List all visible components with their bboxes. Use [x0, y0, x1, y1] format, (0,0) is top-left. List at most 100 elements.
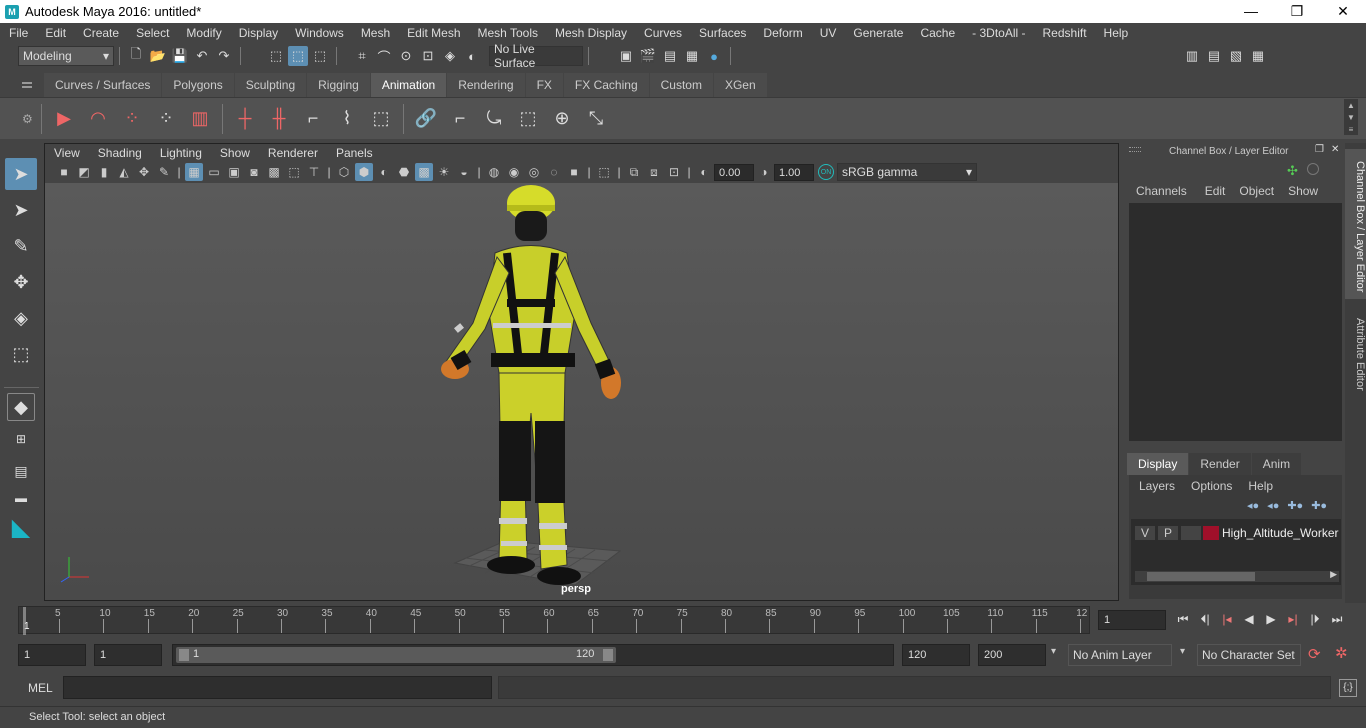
pole-vector-icon[interactable]: ⤡ — [582, 105, 610, 133]
layer-visibility-toggle[interactable]: V — [1135, 526, 1155, 540]
xray-joints-icon[interactable]: ◉ — [505, 163, 523, 181]
menu-help[interactable]: Help — [1095, 26, 1137, 40]
speed-icon[interactable] — [1307, 163, 1319, 175]
range-end-grip[interactable] — [603, 649, 613, 661]
close-button[interactable]: ✕ — [1320, 3, 1366, 20]
layer-menu-options[interactable]: Options — [1191, 479, 1232, 493]
color-space-dropdown[interactable]: sRGB gamma ▾ — [837, 163, 977, 181]
turntable-icon[interactable]: ▥ — [186, 105, 214, 133]
shelf-menu-down-icon[interactable]: ≡ — [1349, 125, 1354, 134]
orient-constraint-icon[interactable]: ⤿ — [480, 105, 508, 133]
save-scene-icon[interactable]: 💾 — [170, 46, 190, 66]
tab-curves-surfaces[interactable]: Curves / Surfaces — [44, 73, 162, 97]
tab-fx[interactable]: FX — [525, 73, 563, 97]
anim-layer-dropdown[interactable]: No Anim Layer — [1068, 644, 1172, 666]
playback-end-field[interactable]: 120 — [902, 644, 970, 666]
rotate-tool-icon[interactable]: ◈ — [5, 302, 37, 334]
play-forwards-icon[interactable]: ▶ — [1260, 608, 1282, 630]
go-to-start-icon[interactable]: ⏮ — [1172, 608, 1194, 630]
animation-start-field[interactable]: 1 — [18, 644, 86, 666]
make-live-icon[interactable]: ◐ — [462, 46, 482, 66]
resolution-gate-icon[interactable]: ▣ — [225, 163, 243, 181]
step-forward-frame-icon[interactable]: ▸| — [1282, 608, 1304, 630]
render-settings-icon[interactable]: ▦ — [682, 46, 702, 66]
channel-menu-edit[interactable]: Edit — [1205, 184, 1226, 198]
step-back-key-icon[interactable]: ⏴| — [1194, 608, 1216, 630]
menu-modify[interactable]: Modify — [177, 26, 229, 40]
layer-menu-layers[interactable]: Layers — [1139, 479, 1175, 493]
use-all-lights-icon[interactable]: ▩ — [415, 163, 433, 181]
smooth-shade-icon[interactable]: ⬢ — [355, 163, 373, 181]
auto-key-icon[interactable]: ⟳ — [1308, 645, 1321, 663]
3d-viewport[interactable]: persp — [45, 183, 1118, 600]
camera-attr-icon[interactable]: ◩ — [75, 163, 93, 181]
layer-reference-toggle[interactable] — [1181, 526, 1201, 540]
select-component-icon[interactable]: ⬚ — [310, 46, 330, 66]
float-panel-icon[interactable]: ❐ — [1315, 144, 1324, 155]
menu-redshift[interactable]: Redshift — [1034, 26, 1095, 40]
move-layer-up-icon[interactable]: ◂● — [1247, 499, 1259, 512]
ik-spline-icon[interactable]: ⌇ — [333, 105, 361, 133]
play-backwards-icon[interactable]: ◀ — [1238, 608, 1260, 630]
step-forward-key-icon[interactable]: |⏵ — [1304, 608, 1326, 630]
tab-custom[interactable]: Custom — [649, 73, 713, 97]
close-panel-icon[interactable]: ✕ — [1331, 144, 1339, 155]
scale-constraint-icon[interactable]: ⬚ — [514, 105, 542, 133]
layer-color-swatch[interactable] — [1203, 526, 1219, 540]
range-slider-track[interactable]: 1 120 — [172, 644, 894, 666]
playback-start-field[interactable]: 1 — [94, 644, 162, 666]
hypershade-icon[interactable]: ● — [704, 46, 724, 66]
move-layer-down-icon[interactable]: ◂● — [1267, 499, 1279, 512]
animation-end-field[interactable]: 200 — [978, 644, 1046, 666]
ambient-occlusion-icon[interactable]: ◒ — [455, 163, 473, 181]
new-layer-icon[interactable]: ✚● — [1287, 499, 1303, 512]
playblast-icon[interactable]: ▶ — [50, 105, 78, 133]
multisample-icon[interactable]: ⬚ — [595, 163, 613, 181]
select-hierarchy-icon[interactable]: ⬚ — [266, 46, 286, 66]
tab-fx-caching[interactable]: FX Caching — [563, 73, 649, 97]
viewport-menu-lighting[interactable]: Lighting — [151, 146, 211, 160]
field-chart-icon[interactable]: ▩ — [265, 163, 283, 181]
point-constraint-icon[interactable]: ⌐ — [446, 105, 474, 133]
menu-mesh-tools[interactable]: Mesh Tools — [469, 26, 546, 40]
hud-icon[interactable]: ⊡ — [665, 163, 683, 181]
tab-xgen[interactable]: XGen — [713, 73, 767, 97]
four-view-layout-icon[interactable]: ⊞ — [7, 425, 35, 453]
script-editor-icon[interactable]: {;} — [1339, 679, 1357, 697]
live-surface-field[interactable]: No Live Surface — [489, 42, 583, 70]
menu-display[interactable]: Display — [230, 26, 286, 40]
go-to-end-icon[interactable]: ⏭ — [1326, 608, 1348, 630]
unghost-icon[interactable]: ⁘ — [152, 105, 180, 133]
menu-mesh[interactable]: Mesh — [352, 26, 398, 40]
snap-curve-icon[interactable]: ⌒ — [374, 46, 394, 66]
arrow-right-icon[interactable]: ▶ — [1330, 569, 1337, 580]
menu-uv[interactable]: UV — [811, 26, 845, 40]
tab-rendering[interactable]: Rendering — [447, 73, 525, 97]
exposure-field[interactable]: 0.00 — [714, 163, 754, 181]
range-start-grip[interactable] — [179, 649, 189, 661]
backface-culling-icon[interactable]: ◎ — [525, 163, 543, 181]
snap-grid-icon[interactable]: ⌗ — [352, 46, 372, 66]
insert-joint-icon[interactable]: ╫ — [265, 105, 293, 133]
layer-tab-render[interactable]: Render — [1189, 453, 1251, 475]
redo-icon[interactable]: ↷ — [214, 46, 234, 66]
shelf-scrollbar[interactable]: ▲ ▼ ≡ — [1344, 99, 1358, 135]
layer-tab-anim[interactable]: Anim — [1251, 453, 1302, 475]
layer-tab-display[interactable]: Display — [1127, 453, 1189, 475]
new-scene-icon[interactable]: 🗋 — [126, 46, 146, 66]
menu-select[interactable]: Select — [127, 26, 177, 40]
color-management-icon[interactable]: ON — [818, 164, 834, 180]
menu-deform[interactable]: Deform — [754, 26, 810, 40]
motion-trail-icon[interactable]: ◠ — [84, 105, 112, 133]
tab-sculpting[interactable]: Sculpting — [234, 73, 307, 97]
time-cursor[interactable] — [23, 607, 26, 635]
range-slider-handle[interactable]: 1 120 — [176, 647, 616, 663]
isolate-select-icon[interactable]: ◌ — [545, 163, 563, 181]
tab-attribute-editor[interactable]: Attribute Editor — [1345, 309, 1366, 399]
layer-name[interactable]: High_Altitude_Worker — [1222, 526, 1339, 540]
arrow-up-icon[interactable]: ▲ — [1347, 101, 1355, 110]
menu-create[interactable]: Create — [74, 26, 127, 40]
outliner-layout-icon[interactable]: ▤ — [7, 457, 35, 485]
menu-curves[interactable]: Curves — [635, 26, 690, 40]
minimize-button[interactable]: — — [1228, 3, 1274, 20]
